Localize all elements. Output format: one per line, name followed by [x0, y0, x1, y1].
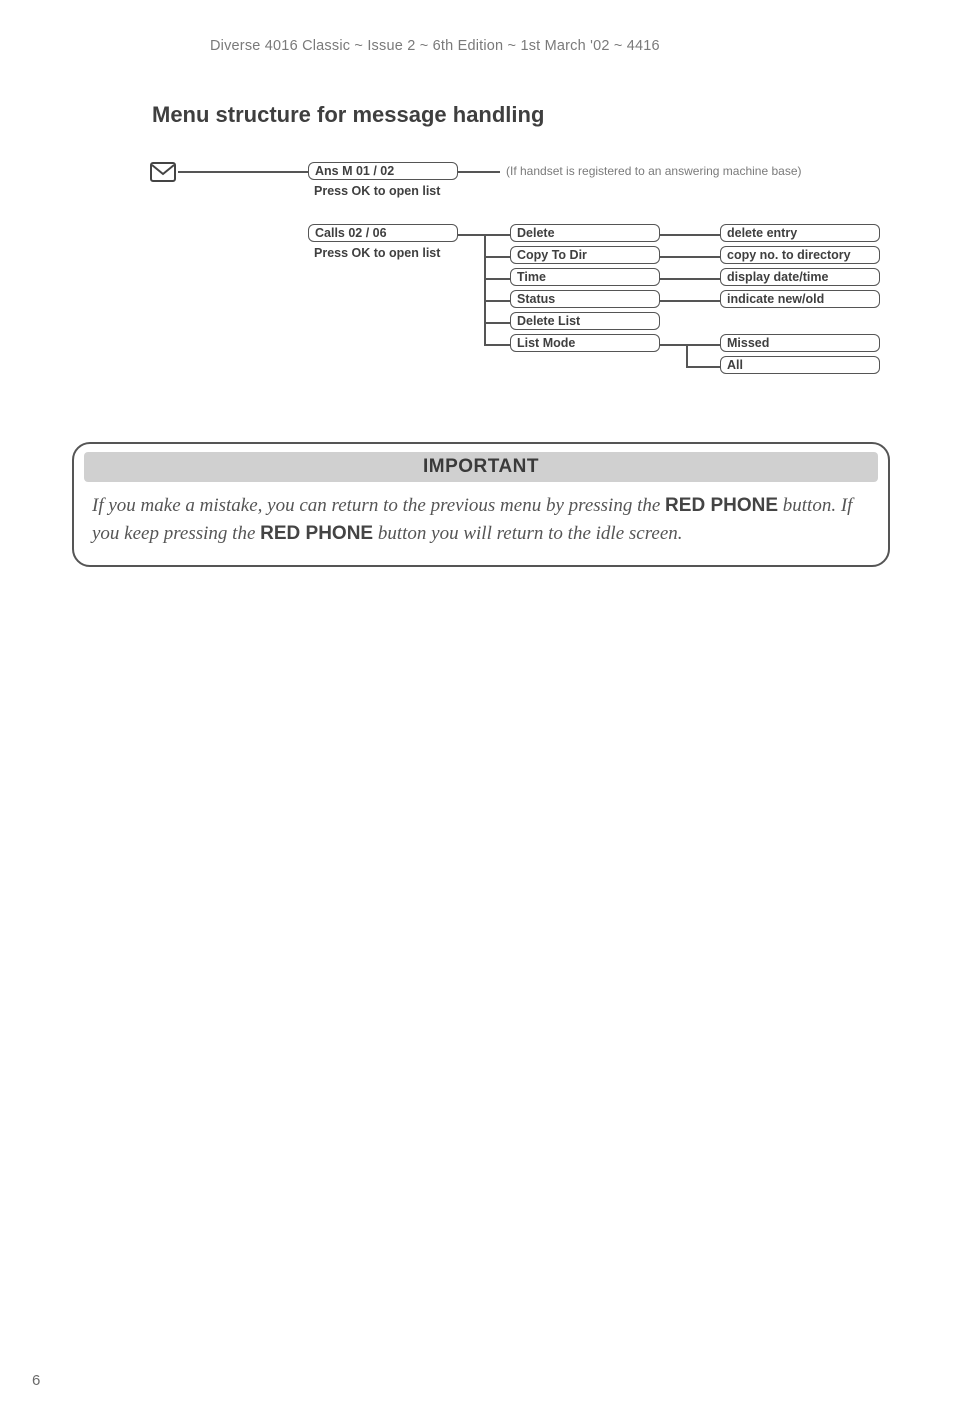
menu-diagram: Ans M 01 / 02 Press OK to open list (If …	[82, 162, 894, 422]
node-indicate: indicate new/old	[720, 290, 880, 308]
node-delete: Delete	[510, 224, 660, 242]
connector-line	[686, 344, 688, 366]
connector-line	[686, 344, 720, 346]
callout-bold-2: RED PHONE	[260, 523, 373, 544]
connector-line	[660, 300, 720, 302]
connector-line	[484, 256, 510, 258]
node-list-mode: List Mode	[510, 334, 660, 352]
connector-line	[660, 256, 720, 258]
header-line: Diverse 4016 Classic ~ Issue 2 ~ 6th Edi…	[210, 38, 894, 54]
connector-line	[660, 278, 720, 280]
connector-line	[458, 234, 484, 236]
node-missed: Missed	[720, 334, 880, 352]
node-copy-dir: copy no. to directory	[720, 246, 880, 264]
node-ans: Ans M 01 / 02	[308, 162, 458, 180]
callout-body: If you make a mistake, you can return to…	[74, 492, 888, 547]
node-ans-note: (If handset is registered to an answerin…	[506, 164, 802, 178]
node-delete-list: Delete List	[510, 312, 660, 330]
page-number: 6	[32, 1372, 40, 1389]
connector-line	[178, 171, 308, 173]
connector-line	[484, 344, 510, 346]
callout-text-1: If you make a mistake, you can return to…	[92, 495, 665, 516]
callout-bold-1: RED PHONE	[665, 495, 778, 516]
callout-title-bar: IMPORTANT	[84, 452, 878, 482]
callout-title: IMPORTANT	[423, 456, 539, 477]
connector-line	[686, 366, 720, 368]
connector-line	[484, 322, 510, 324]
connector-line	[660, 234, 720, 236]
connector-line	[660, 344, 686, 346]
node-display-dt: display date/time	[720, 268, 880, 286]
connector-line	[484, 300, 510, 302]
node-copy: Copy To Dir	[510, 246, 660, 264]
node-all: All	[720, 356, 880, 374]
connector-line	[458, 171, 500, 173]
callout-text-3: button you will return to the idle scree…	[373, 523, 682, 544]
node-time: Time	[510, 268, 660, 286]
document-page: Diverse 4016 Classic ~ Issue 2 ~ 6th Edi…	[0, 0, 954, 1419]
mail-icon	[150, 162, 176, 187]
connector-line	[484, 234, 510, 236]
node-status: Status	[510, 290, 660, 308]
node-calls: Calls 02 / 06	[308, 224, 458, 242]
connector-line	[484, 234, 486, 344]
node-calls-sub: Press OK to open list	[314, 246, 440, 260]
important-callout: IMPORTANT If you make a mistake, you can…	[72, 442, 890, 567]
node-ans-sub: Press OK to open list	[314, 184, 440, 198]
connector-line	[484, 278, 510, 280]
node-delete-entry: delete entry	[720, 224, 880, 242]
section-title: Menu structure for message handling	[152, 102, 894, 128]
